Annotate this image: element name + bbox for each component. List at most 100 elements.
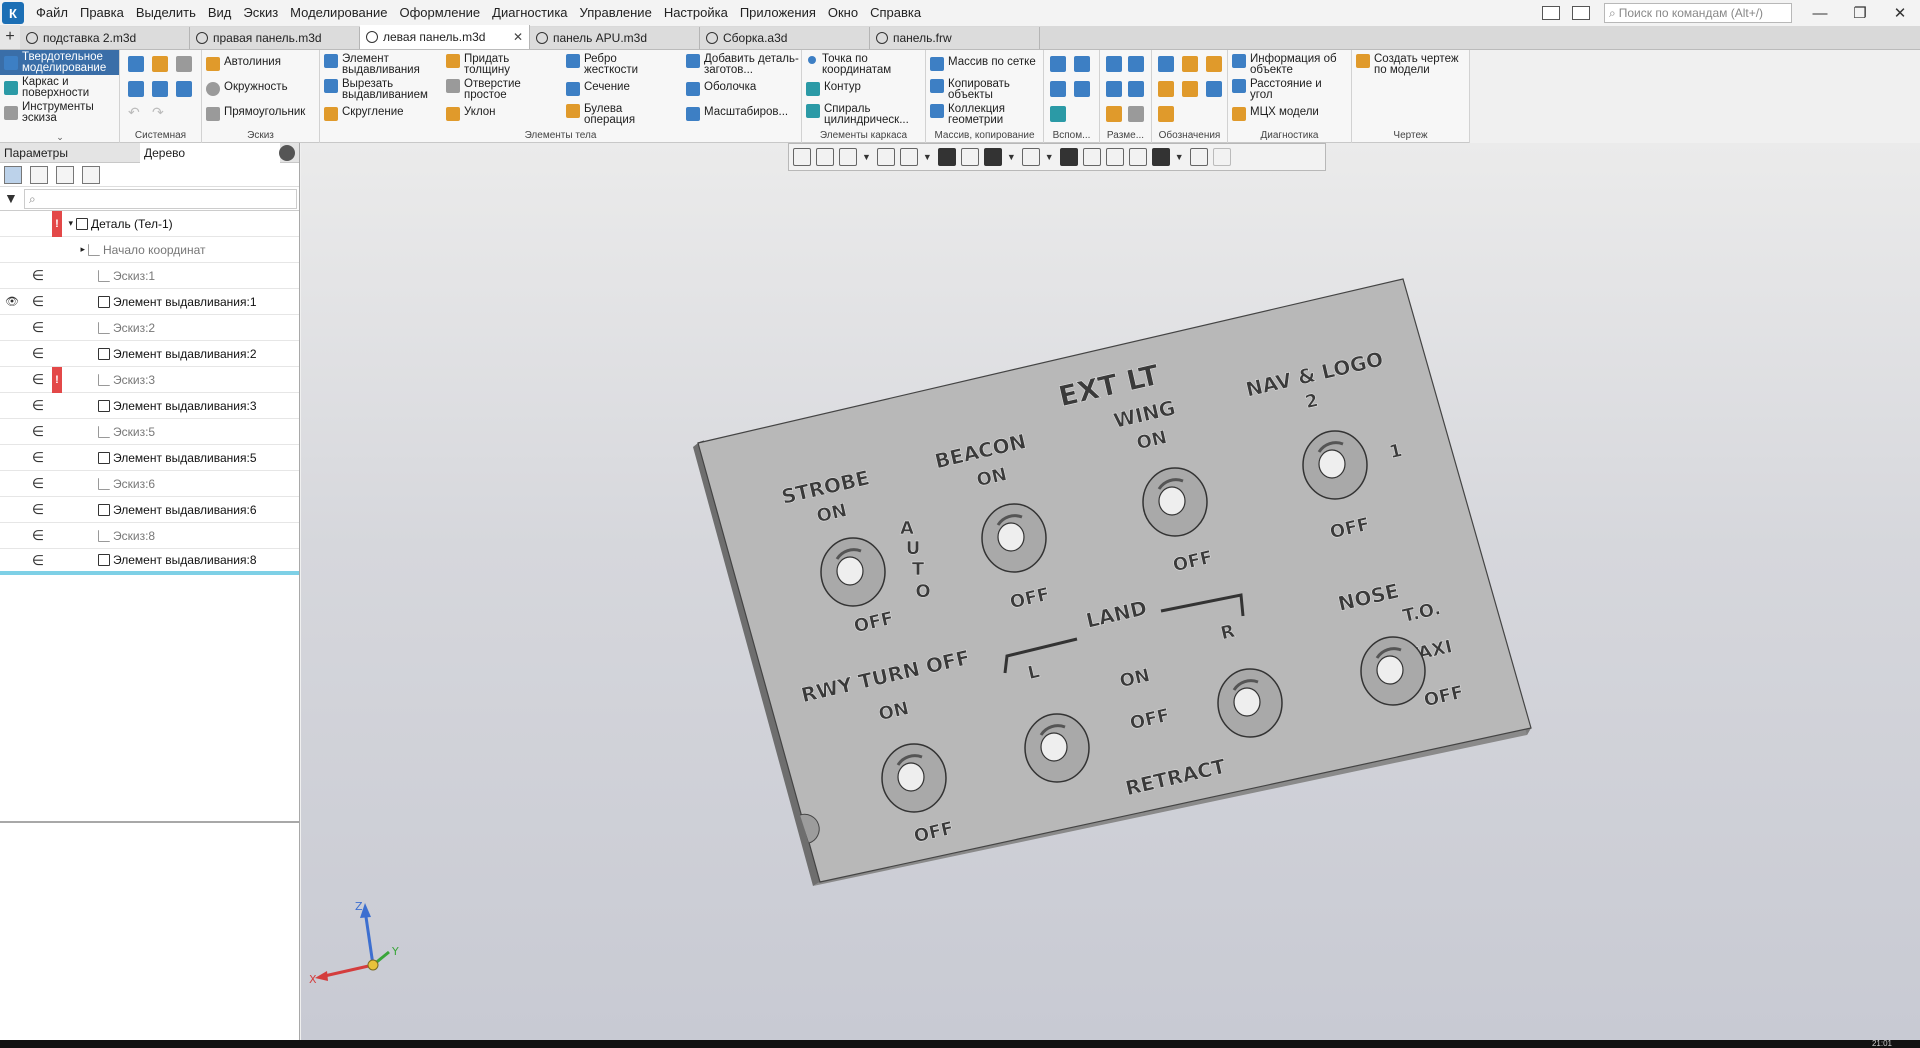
weld-icon[interactable] [1206, 81, 1222, 97]
menu-item-2[interactable]: Выделить [130, 0, 202, 26]
gear-icon[interactable] [279, 145, 295, 161]
chevron-down-icon[interactable]: ▼ [923, 152, 932, 162]
redo-icon[interactable]: ↷ [152, 104, 164, 121]
restore-button[interactable]: ❐ [1840, 0, 1880, 26]
visibility-eye-icon[interactable] [0, 471, 24, 497]
document-tab-1[interactable]: правая панель.m3d [190, 27, 360, 49]
dim-chain-icon[interactable] [1128, 106, 1144, 122]
dim-radial-icon[interactable] [1128, 56, 1144, 72]
hide-icon[interactable] [983, 148, 1002, 166]
mass-properties-button[interactable]: МЦХ модели [1232, 106, 1319, 121]
grid-array-button[interactable]: Массив по сетке [930, 56, 1036, 71]
visibility-eye-icon[interactable] [0, 341, 24, 367]
object-info-button[interactable]: Информация об объекте [1232, 53, 1346, 76]
menu-item-7[interactable]: Диагностика [486, 0, 573, 26]
pan-icon[interactable] [876, 148, 895, 166]
document-tab-5[interactable]: панель.frw [870, 27, 1040, 49]
tree-history-icon[interactable] [30, 165, 48, 184]
document-tab-3[interactable]: панель APU.m3d [530, 27, 700, 49]
tree-row[interactable]: 👁 ∈ Элемент выдавливания:1 [0, 289, 299, 315]
menu-item-0[interactable]: Файл [30, 0, 74, 26]
menu-item-9[interactable]: Настройка [658, 0, 734, 26]
tree-row[interactable]: ∈! Эскиз:3 [0, 366, 299, 393]
tree-row[interactable]: ∈ Элемент выдавливания:6 [0, 497, 299, 523]
document-tab-0[interactable]: подставка 2.m3d [20, 27, 190, 49]
tree-row[interactable]: ∈ Эскиз:6 [0, 471, 299, 497]
aux-axis-icon[interactable] [1074, 56, 1090, 72]
save-icon[interactable] [176, 56, 192, 72]
view-fit-icon[interactable] [816, 148, 834, 166]
close-tab-icon[interactable]: ✕ [513, 30, 523, 44]
command-search-input[interactable]: ⌕ Поиск по командам (Alt+/) [1604, 3, 1792, 23]
aux-line-icon[interactable] [1050, 106, 1066, 122]
section-view-icon[interactable] [1082, 148, 1101, 166]
visibility-eye-icon[interactable] [0, 367, 24, 393]
tree-structure-icon[interactable] [4, 165, 22, 184]
include-icon[interactable]: ∈ [24, 471, 52, 497]
tab-tree[interactable]: Дерево [140, 142, 280, 163]
visibility-eye-icon[interactable] [0, 497, 24, 523]
tree-select-icon[interactable] [82, 165, 100, 184]
properties-icon[interactable] [1189, 148, 1208, 166]
add-blank-button[interactable]: Добавить деталь-заготов... [686, 53, 800, 76]
include-icon[interactable]: ∈ [24, 367, 52, 393]
tolerance-icon[interactable] [1158, 81, 1174, 97]
menu-item-10[interactable]: Приложения [734, 0, 822, 26]
rectangle-button[interactable]: Прямоугольник [206, 106, 305, 121]
base-icon[interactable] [1206, 56, 1222, 72]
tree-row[interactable]: ∈ Элемент выдавливания:3 [0, 393, 299, 419]
screen-icon[interactable] [1572, 6, 1590, 20]
draft-button[interactable]: Уклон [446, 106, 496, 121]
dim-linear-icon[interactable] [1106, 56, 1122, 72]
include-icon[interactable]: ∈ [24, 393, 52, 419]
tree-row[interactable]: ▸ Начало координат [0, 237, 299, 263]
cut-extrude-button[interactable]: Вырезать выдавливанием [324, 78, 432, 101]
roughness-icon[interactable] [1182, 56, 1198, 72]
zoom-icon[interactable] [839, 148, 857, 166]
wireframe-icon[interactable] [960, 148, 979, 166]
collapse-chevron-icon[interactable]: ⌄ [0, 132, 120, 143]
visibility-eye-icon[interactable] [0, 263, 24, 289]
filter-icon[interactable] [1151, 148, 1170, 166]
dim-diameter-icon[interactable] [1128, 81, 1144, 97]
tree-row[interactable]: ∈ Элемент выдавливания:2 [0, 341, 299, 367]
app-logo-icon[interactable]: К [2, 2, 24, 24]
copy-objects-button[interactable]: Копировать объекты [930, 78, 1028, 101]
include-icon[interactable]: ∈ [24, 289, 52, 315]
tree-search-input[interactable]: ⌕ [24, 188, 297, 209]
include-icon[interactable]: ∈ [24, 547, 52, 573]
layers-icon[interactable] [1105, 148, 1124, 166]
visibility-eye-icon[interactable] [0, 547, 24, 573]
print-icon[interactable] [128, 81, 144, 97]
include-icon[interactable]: ∈ [24, 315, 52, 341]
include-icon[interactable]: ∈ [24, 263, 52, 289]
chevron-down-icon[interactable]: ▼ [1175, 152, 1184, 162]
save-all-icon[interactable] [176, 81, 192, 97]
minimize-button[interactable]: — [1800, 0, 1840, 26]
distance-angle-button[interactable]: Расстояние и угол [1232, 78, 1346, 101]
include-icon[interactable] [24, 211, 52, 237]
scale-button[interactable]: Масштабиров... [686, 106, 788, 121]
include-icon[interactable]: ∈ [24, 341, 52, 367]
visibility-eye-icon[interactable] [0, 237, 24, 263]
tab-parameters[interactable]: Параметры [0, 146, 140, 160]
include-icon[interactable]: ∈ [24, 445, 52, 471]
tree-row[interactable]: ∈ Эскиз:5 [0, 419, 299, 445]
create-drawing-button[interactable]: Создать чертеж по модели [1356, 53, 1470, 76]
include-icon[interactable] [24, 237, 52, 263]
visibility-eye-icon[interactable]: 👁 [0, 289, 24, 315]
tree-row[interactable]: ∈ Элемент выдавливания:5 [0, 445, 299, 471]
tree-row[interactable]: ∈ Эскиз:1 [0, 263, 299, 289]
tree-row[interactable]: ∈ Эскиз:8 [0, 523, 299, 549]
menu-item-4[interactable]: Эскиз [237, 0, 284, 26]
extrude-button[interactable]: Элемент выдавливания [324, 53, 427, 76]
include-icon[interactable]: ∈ [24, 419, 52, 445]
include-icon[interactable]: ∈ [24, 497, 52, 523]
visibility-eye-icon[interactable] [0, 211, 24, 237]
dim-auto-icon[interactable] [1106, 106, 1122, 122]
panel-splitter[interactable] [0, 821, 300, 823]
mode-sketch-tools[interactable]: Инструменты эскиза [0, 100, 119, 125]
tree-links-icon[interactable] [56, 165, 74, 184]
chevron-down-icon[interactable]: ▼ [1007, 152, 1016, 162]
tree-row[interactable]: ∈ Эскиз:2 [0, 315, 299, 341]
